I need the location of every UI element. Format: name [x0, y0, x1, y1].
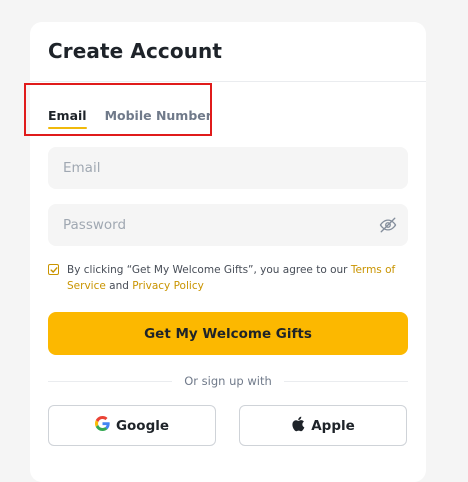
eye-hidden-icon[interactable] [379, 216, 397, 234]
google-signup-button[interactable]: Google [48, 405, 216, 446]
password-input[interactable] [48, 204, 408, 246]
terms-agreement: By clicking “Get My Welcome Gifts”, you … [48, 262, 408, 294]
apple-icon [291, 416, 305, 436]
terms-text: By clicking “Get My Welcome Gifts”, you … [67, 262, 408, 294]
page-title: Create Account [48, 39, 223, 63]
email-field-wrapper [48, 147, 408, 189]
signup-card: Create Account Email Mobile Number By cl… [30, 22, 426, 482]
or-sign-up-text: Or sign up with [184, 374, 272, 388]
signup-method-tabs: Email Mobile Number [48, 108, 212, 129]
password-field-wrapper [48, 204, 408, 246]
apple-label: Apple [311, 417, 355, 434]
google-label: Google [115, 417, 170, 434]
privacy-policy-link[interactable]: Privacy Policy [132, 280, 204, 292]
divider-line-right [283, 380, 409, 382]
tab-email[interactable]: Email [48, 108, 87, 129]
header-divider [30, 81, 426, 82]
divider-line-left [48, 380, 173, 382]
google-icon [94, 416, 110, 435]
apple-signup-button[interactable]: Apple [239, 405, 407, 446]
terms-text-and: and [105, 280, 133, 292]
terms-checkbox[interactable] [48, 264, 59, 275]
email-input[interactable] [48, 147, 408, 189]
tab-mobile-number[interactable]: Mobile Number [105, 108, 212, 129]
terms-text-before: By clicking “Get My Welcome Gifts”, you … [67, 264, 351, 276]
get-welcome-gifts-button[interactable]: Get My Welcome Gifts [48, 312, 408, 355]
or-divider: Or sign up with [48, 374, 409, 388]
